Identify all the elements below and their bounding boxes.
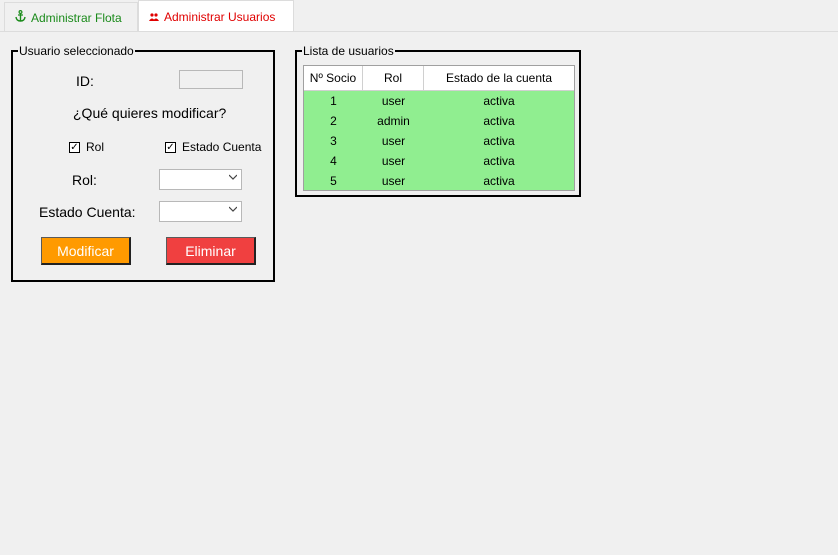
tab-administrar-usuarios[interactable]: Administrar Usuarios (138, 0, 294, 32)
cell-socio: 5 (330, 174, 337, 188)
table-row[interactable]: 4 user activa (304, 151, 574, 171)
chevron-down-icon (229, 174, 237, 180)
table-row[interactable]: 2 admin activa (304, 111, 574, 131)
estado-checkbox-label: Estado Cuenta (182, 140, 262, 154)
cell-estado: activa (483, 94, 515, 108)
anchor-icon (15, 10, 26, 25)
cell-rol: user (381, 134, 406, 148)
rol-label: Rol: (72, 172, 97, 188)
group-title: Usuario seleccionado (18, 44, 135, 58)
modify-button[interactable]: Modificar (41, 237, 131, 265)
cell-estado: activa (483, 114, 515, 128)
cell-rol: admin (377, 114, 410, 128)
checkmark-icon: ✓ (69, 141, 80, 153)
estado-cuenta-select[interactable] (159, 201, 242, 222)
cell-estado: activa (483, 154, 515, 168)
rol-select[interactable] (159, 169, 242, 190)
table-row[interactable]: 5 user activa (304, 171, 574, 191)
checkmark-icon: ✓ (165, 141, 176, 153)
cell-rol: user (381, 154, 406, 168)
modify-question: ¿Qué quieres modificar? (73, 105, 227, 121)
column-header-socio[interactable]: Nº Socio (304, 66, 363, 90)
id-label: ID: (76, 73, 94, 89)
column-header-rol[interactable]: Rol (363, 66, 424, 90)
cell-socio: 1 (330, 94, 337, 108)
table-header: Nº Socio Rol Estado de la cuenta (304, 66, 574, 91)
users-list-group: Lista de usuarios Nº Socio Rol Estado de… (295, 44, 581, 197)
cell-rol: user (381, 94, 406, 108)
estado-cuenta-label: Estado Cuenta: (39, 204, 136, 220)
tab-bar: Administrar Flota Administrar Usuarios (0, 0, 838, 32)
selected-user-group: Usuario seleccionado ID: ¿Qué quieres mo… (11, 44, 275, 282)
tab-label: Administrar Usuarios (164, 9, 276, 24)
cell-socio: 2 (330, 114, 337, 128)
users-icon (149, 10, 159, 24)
tab-label: Administrar Flota (31, 10, 122, 25)
cell-estado: activa (483, 134, 515, 148)
tab-administrar-flota[interactable]: Administrar Flota (4, 2, 138, 32)
cell-rol: user (381, 174, 406, 188)
cell-socio: 4 (330, 154, 337, 168)
cell-socio: 3 (330, 134, 337, 148)
users-table[interactable]: Nº Socio Rol Estado de la cuenta 1 user … (303, 65, 575, 191)
rol-checkbox[interactable]: ✓ Rol (69, 140, 104, 154)
table-row[interactable]: 1 user activa (304, 91, 574, 111)
tab-divider (0, 31, 838, 32)
rol-checkbox-label: Rol (86, 140, 105, 154)
delete-button[interactable]: Eliminar (166, 237, 256, 265)
table-row[interactable]: 3 user activa (304, 131, 574, 151)
column-header-estado[interactable]: Estado de la cuenta (424, 66, 574, 90)
estado-cuenta-checkbox[interactable]: ✓ Estado Cuenta (165, 140, 261, 154)
group-title: Lista de usuarios (302, 44, 395, 58)
chevron-down-icon (229, 206, 237, 212)
id-field[interactable] (179, 70, 243, 89)
cell-estado: activa (483, 174, 515, 188)
